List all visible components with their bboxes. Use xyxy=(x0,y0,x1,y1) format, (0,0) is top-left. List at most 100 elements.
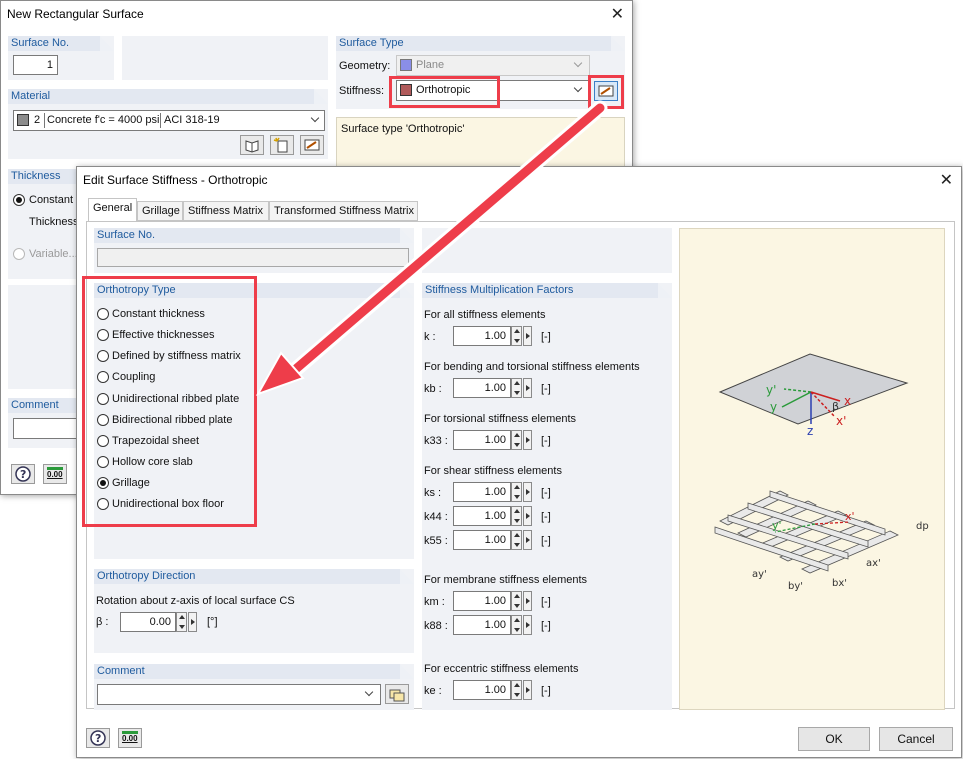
surface-no-input[interactable]: 1 xyxy=(13,55,58,75)
cancel-button[interactable]: Cancel xyxy=(879,727,953,751)
factor-ks-input[interactable]: 1.00 xyxy=(453,482,511,502)
factor-k88-menu-arrow[interactable] xyxy=(523,615,532,635)
factor-k55-menu-arrow[interactable] xyxy=(523,530,532,550)
factor-k33-unit: [-] xyxy=(541,435,551,447)
factor-ke-stepper[interactable] xyxy=(511,680,522,700)
front-surface-no-input[interactable] xyxy=(97,248,409,267)
surface-type-description-panel: Surface type 'Orthotropic' xyxy=(336,117,625,167)
surface-no-panel: Surface No. 1 xyxy=(8,36,114,80)
plate-label-z: z xyxy=(807,424,813,438)
material-header: Material xyxy=(11,90,51,102)
beta-label: β : xyxy=(96,616,109,628)
units-button[interactable]: 0.00 xyxy=(43,464,67,484)
factor-ks-label: ks : xyxy=(424,487,442,499)
surface-type-header: Surface Type xyxy=(339,37,404,49)
factor-k55-stepper[interactable] xyxy=(511,530,522,550)
beta-input[interactable]: 0.00 xyxy=(120,612,176,632)
factor-ks-menu-arrow[interactable] xyxy=(523,482,532,502)
title-bar[interactable]: New Rectangular Surface ✕ xyxy=(1,1,632,27)
tab-grillage[interactable]: Grillage xyxy=(137,201,183,221)
close-icon[interactable]: ✕ xyxy=(940,170,953,190)
factor-kb-menu-arrow[interactable] xyxy=(523,378,532,398)
geometry-select[interactable]: Plane xyxy=(396,55,590,76)
title-bar[interactable]: Edit Surface Stiffness - Orthotropic ✕ xyxy=(77,167,961,193)
surface-type-description: Surface type 'Orthotropic' xyxy=(341,123,465,135)
factor-k88-unit: [-] xyxy=(541,620,551,632)
plate-label-beta: β xyxy=(832,400,839,413)
dialog-title: Edit Surface Stiffness - Orthotropic xyxy=(83,173,268,187)
material-library-button[interactable] xyxy=(240,135,264,155)
chevron-down-icon[interactable] xyxy=(366,689,374,697)
copy-icon xyxy=(389,689,405,702)
plate-shape xyxy=(718,353,909,425)
front-help-button[interactable]: ? xyxy=(86,728,110,748)
factor-k44-unit: [-] xyxy=(541,511,551,523)
factor-km-input[interactable]: 1.00 xyxy=(453,591,511,611)
rotation-label: Rotation about z-axis of local surface C… xyxy=(96,595,295,607)
grid-label-bx: bx' xyxy=(832,578,847,589)
thickness-variable-radio[interactable] xyxy=(13,248,25,260)
units-icon: 0.00 xyxy=(47,467,63,481)
material-standard: ACI 318-19 xyxy=(164,114,220,126)
plate-label-x: x xyxy=(844,394,851,408)
geometry-label: Geometry: xyxy=(339,60,391,72)
factor-ke-label: ke : xyxy=(424,685,442,697)
factor-k-stepper[interactable] xyxy=(511,326,522,346)
group-torsional-title: For torsional stiffness elements xyxy=(424,413,577,425)
chevron-down-icon[interactable] xyxy=(575,60,583,68)
factor-km-stepper[interactable] xyxy=(511,591,522,611)
front-comment-input[interactable] xyxy=(97,684,381,705)
factor-km-menu-arrow[interactable] xyxy=(523,591,532,611)
factor-k55-input[interactable]: 1.00 xyxy=(453,530,511,550)
factor-k33-menu-arrow[interactable] xyxy=(523,430,532,450)
grillage-diagram: y' y z β x x' y' x' dp ay' by' bx' ax' xyxy=(679,228,945,710)
orthotropy-direction-panel: Orthotropy Direction Rotation about z-ax… xyxy=(94,569,414,653)
back-comment-header: Comment xyxy=(11,399,59,411)
tab-general[interactable]: General xyxy=(88,198,137,222)
ok-button[interactable]: OK xyxy=(798,727,870,751)
factor-kb-stepper[interactable] xyxy=(511,378,522,398)
front-comment-panel: Comment xyxy=(94,664,414,710)
factor-k-menu-arrow[interactable] xyxy=(523,326,532,346)
material-select[interactable]: 2 Concrete f'c = 4000 psi ACI 318-19 xyxy=(13,110,325,131)
tab-transformed-stiffness-matrix[interactable]: Transformed Stiffness Matrix xyxy=(269,201,418,221)
factor-ke-menu-arrow[interactable] xyxy=(523,680,532,700)
factor-k33-label: k33 : xyxy=(424,435,448,447)
grid-label-by: by' xyxy=(788,581,803,592)
stiffness-highlight xyxy=(389,76,500,108)
tab-stiffness-matrix[interactable]: Stiffness Matrix xyxy=(183,201,269,221)
svg-text:?: ? xyxy=(20,468,26,481)
units-icon: 0.00 xyxy=(122,731,138,745)
factor-k44-input[interactable]: 1.00 xyxy=(453,506,511,526)
beta-menu-arrow[interactable] xyxy=(188,612,197,632)
factor-k88-input[interactable]: 1.00 xyxy=(453,615,511,635)
help-icon: ? xyxy=(15,466,31,482)
factor-k88-stepper[interactable] xyxy=(511,615,522,635)
close-icon[interactable]: ✕ xyxy=(611,4,624,24)
beta-stepper[interactable] xyxy=(176,612,187,632)
front-units-button[interactable]: 0.00 xyxy=(118,728,142,748)
thickness-constant-radio[interactable] xyxy=(13,194,25,206)
factor-k44-stepper[interactable] xyxy=(511,506,522,526)
factor-kb-input[interactable]: 1.00 xyxy=(453,378,511,398)
surface-no-side-panel xyxy=(122,36,328,80)
new-material-button[interactable] xyxy=(270,135,294,155)
chevron-down-icon[interactable] xyxy=(312,115,320,123)
factor-k88-label: k88 : xyxy=(424,620,448,632)
chevron-down-icon[interactable] xyxy=(575,85,583,93)
factor-k-unit: [-] xyxy=(541,331,551,343)
factor-k55-label: k55 : xyxy=(424,535,448,547)
factor-k-input[interactable]: 1.00 xyxy=(453,326,511,346)
factor-ke-unit: [-] xyxy=(541,685,551,697)
factor-ke-input[interactable]: 1.00 xyxy=(453,680,511,700)
group-bending-title: For bending and torsional stiffness elem… xyxy=(424,361,640,373)
factor-k44-menu-arrow[interactable] xyxy=(523,506,532,526)
factor-k33-stepper[interactable] xyxy=(511,430,522,450)
factor-ks-stepper[interactable] xyxy=(511,482,522,502)
help-button[interactable]: ? xyxy=(11,464,35,484)
front-comment-header: Comment xyxy=(97,665,145,677)
edit-material-button[interactable] xyxy=(300,135,324,155)
comment-library-button[interactable] xyxy=(385,684,409,704)
group-eccentric-title: For eccentric stiffness elements xyxy=(424,663,579,675)
factor-k33-input[interactable]: 1.00 xyxy=(453,430,511,450)
